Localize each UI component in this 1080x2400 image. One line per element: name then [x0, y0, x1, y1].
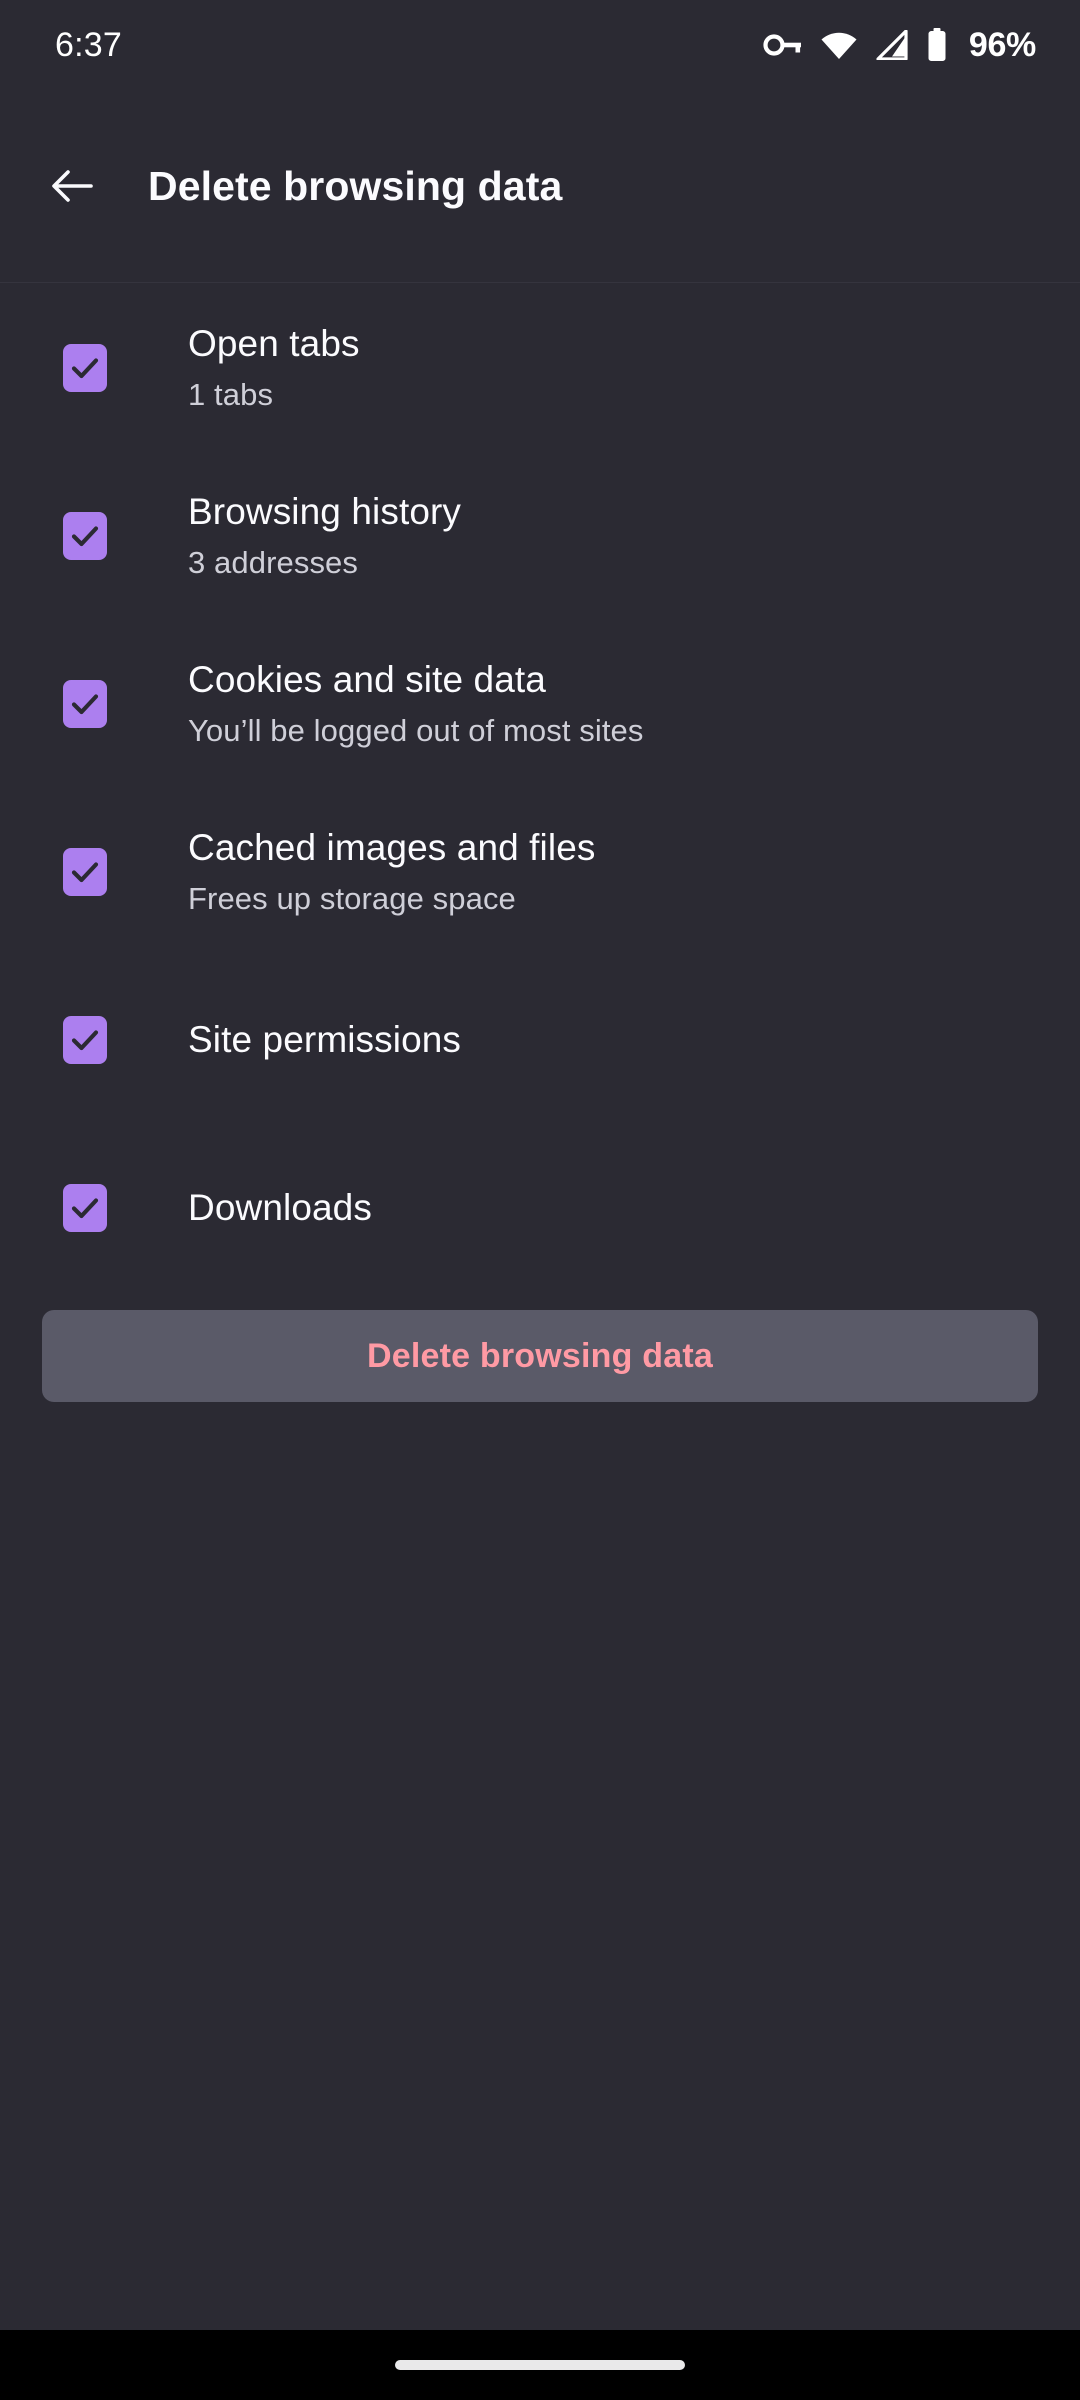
app-toolbar: Delete browsing data	[0, 90, 1080, 283]
checkmark-icon	[71, 1198, 99, 1219]
list-item-title: Browsing history	[188, 491, 462, 533]
list-item-texts: Browsing history 3 addresses	[188, 491, 461, 580]
checkmark-icon	[71, 694, 99, 715]
list-item[interactable]: Cached images and files Frees up storage…	[0, 788, 1080, 956]
list-item-title: Downloads	[188, 1186, 372, 1228]
list-item-title: Open tabs	[188, 323, 360, 365]
list-item[interactable]: Downloads	[0, 1124, 1080, 1292]
vpn-key-icon	[763, 34, 801, 56]
checkmark-icon	[71, 526, 99, 547]
list-item[interactable]: Browsing history 3 addresses	[0, 452, 1080, 620]
list-item-subtitle: 1 tabs	[188, 376, 274, 412]
checkbox-site-permissions[interactable]	[63, 1016, 107, 1064]
list-item[interactable]: Site permissions	[0, 956, 1080, 1124]
list-item[interactable]: Open tabs 1 tabs	[0, 284, 1080, 452]
list-item-title: Site permissions	[188, 1018, 462, 1060]
checkbox-open-tabs[interactable]	[63, 344, 107, 392]
page-title: Delete browsing data	[148, 162, 563, 209]
arrow-left-icon	[52, 170, 93, 202]
status-bar-clock: 6:37	[55, 25, 122, 64]
list-item-texts: Site permissions	[188, 1019, 461, 1062]
checkmark-icon	[71, 862, 99, 883]
back-button[interactable]	[24, 138, 120, 234]
list-item-texts: Downloads	[188, 1187, 372, 1230]
wifi-icon	[821, 32, 857, 59]
list-item-subtitle: You’ll be logged out of most sites	[188, 712, 644, 748]
checkmark-icon	[71, 1030, 99, 1051]
cellular-signal-icon	[876, 30, 908, 60]
checkbox-cached-images-and-files[interactable]	[63, 848, 107, 896]
list-item-texts: Cached images and files Frees up storage…	[188, 827, 595, 916]
checkmark-icon	[71, 358, 99, 379]
status-bar: 6:37 96%	[0, 0, 1080, 90]
list-item-texts: Cookies and site data You’ll be logged o…	[188, 659, 644, 748]
delete-browsing-data-button[interactable]: Delete browsing data	[42, 1310, 1038, 1402]
delete-data-options-list: Open tabs 1 tabs Browsing history 3 addr…	[0, 284, 1080, 1292]
list-item-title: Cookies and site data	[188, 659, 546, 701]
system-navigation-bar	[0, 2330, 1080, 2400]
checkbox-browsing-history[interactable]	[63, 512, 107, 560]
battery-icon	[928, 28, 946, 61]
list-item-title: Cached images and files	[188, 827, 596, 869]
phone-screen: 6:37 96% Delete browsing data Open tabs …	[0, 0, 1080, 2400]
list-item-texts: Open tabs 1 tabs	[188, 323, 360, 412]
list-item-subtitle: Frees up storage space	[188, 880, 516, 916]
status-bar-icons: 96%	[763, 26, 1036, 65]
list-item[interactable]: Cookies and site data You’ll be logged o…	[0, 620, 1080, 788]
battery-percent-label: 96%	[968, 25, 1036, 64]
gesture-pill-handle[interactable]	[395, 2360, 685, 2370]
checkbox-downloads[interactable]	[63, 1184, 107, 1232]
checkbox-cookies-and-site-data[interactable]	[63, 680, 107, 728]
list-item-subtitle: 3 addresses	[188, 544, 358, 580]
